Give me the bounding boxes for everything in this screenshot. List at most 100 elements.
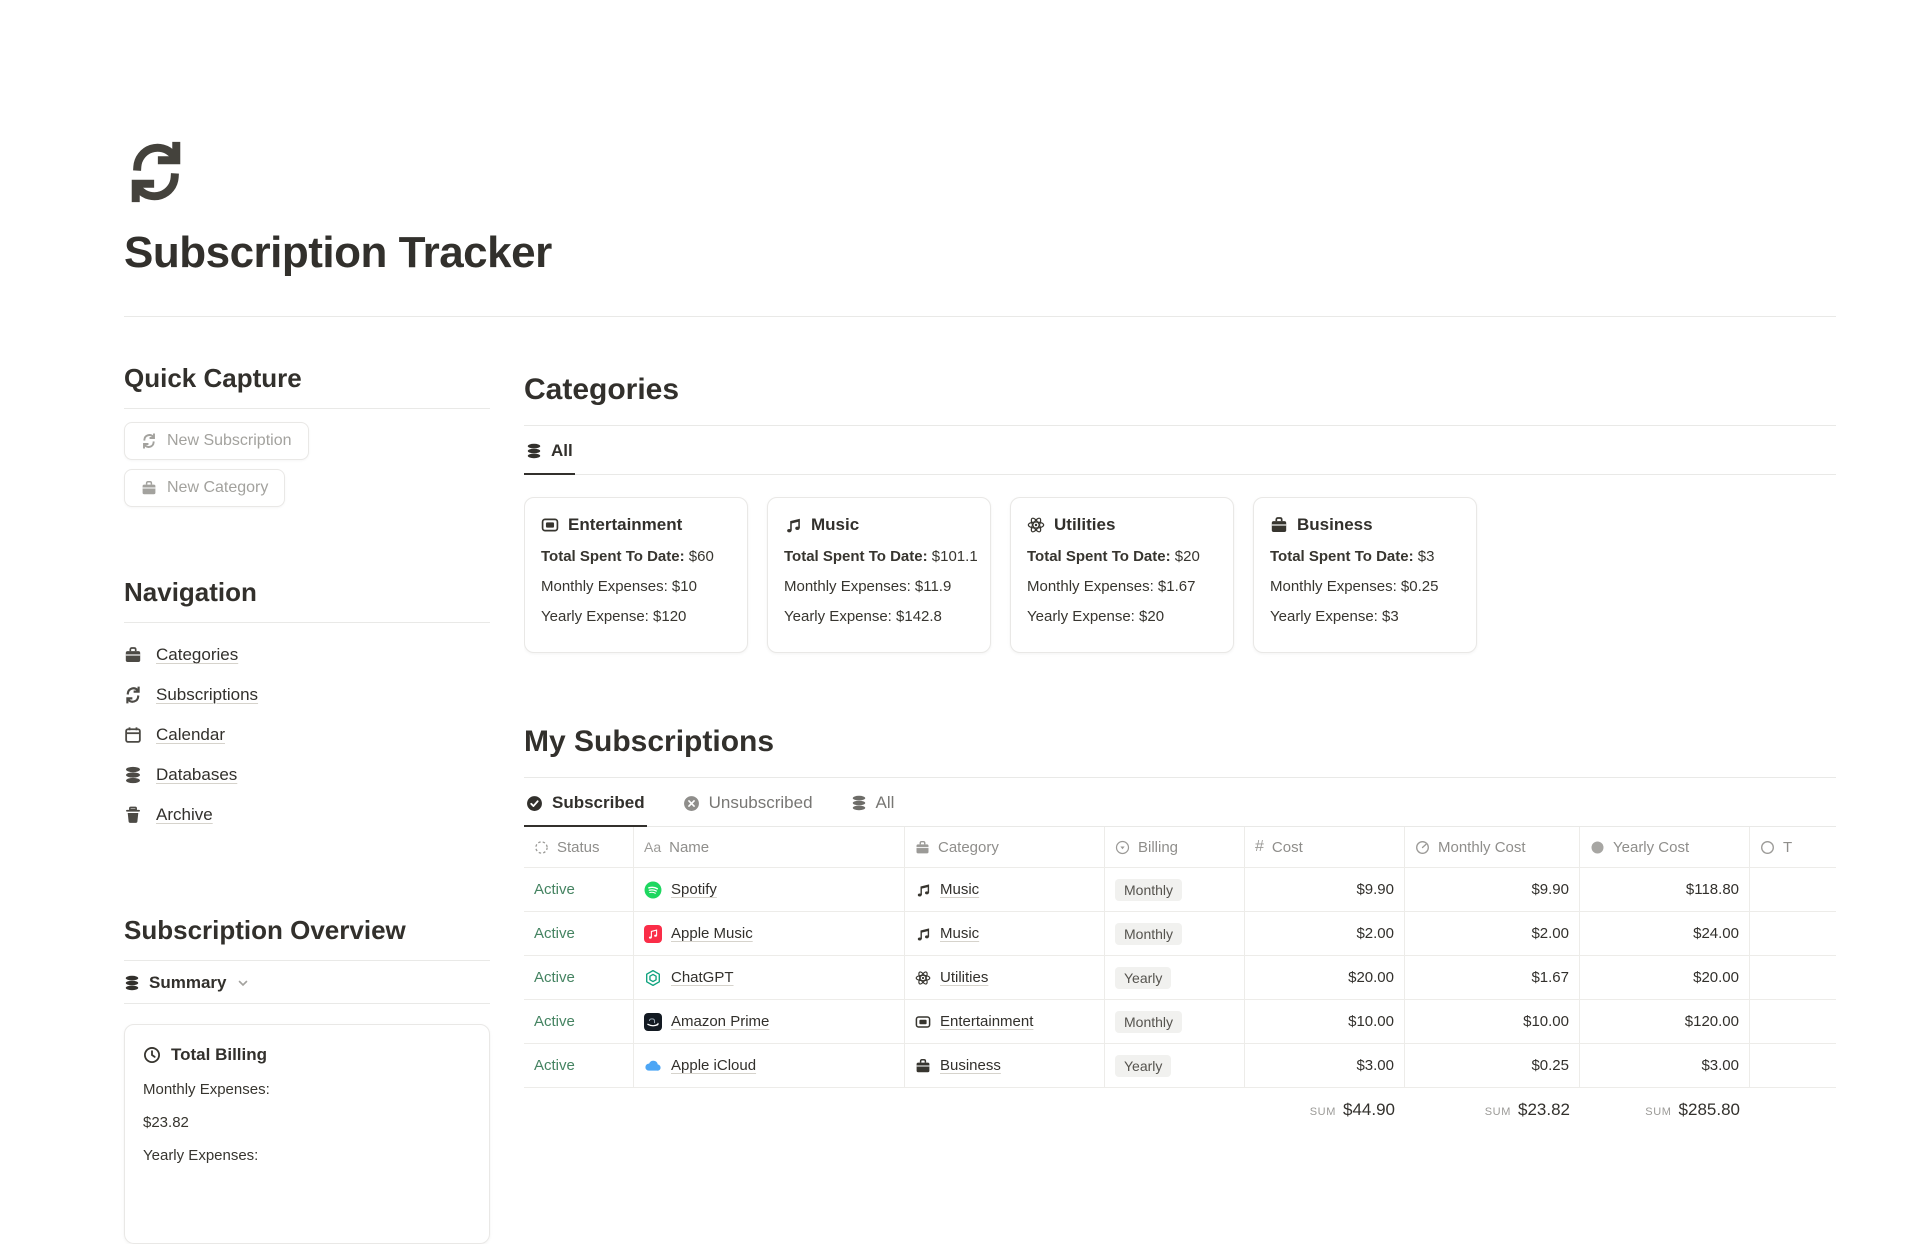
- total-billing-card[interactable]: Total Billing Monthly Expenses: $23.82 Y…: [124, 1024, 490, 1244]
- amazon-prime-icon: [644, 1013, 662, 1031]
- sidebar-item-label: Calendar: [156, 725, 225, 745]
- monthly-cost-value: $0.25: [1405, 1044, 1580, 1087]
- category-card-name: Music: [811, 515, 859, 535]
- subscription-link-apple-music[interactable]: Apple Music: [644, 925, 753, 943]
- sidebar-item-calendar[interactable]: Calendar: [124, 715, 490, 755]
- cost-value: $20.00: [1245, 956, 1405, 999]
- sidebar: Quick Capture New Subscription: [124, 317, 490, 1244]
- sum-label: SUM: [1310, 1106, 1336, 1118]
- tv-icon: [915, 1014, 931, 1030]
- column-label: T: [1783, 839, 1792, 856]
- column-header-category[interactable]: Category: [905, 827, 1105, 867]
- tab-label: Subscribed: [552, 793, 645, 813]
- tv-icon: [541, 516, 559, 534]
- category-card-music[interactable]: Music Total Spent To Date: $101.1 Monthl…: [767, 497, 991, 653]
- tab-all-subscriptions[interactable]: All: [849, 778, 897, 827]
- monthly-expenses-label: Monthly Expenses:: [143, 1081, 471, 1098]
- billing-tag[interactable]: Monthly: [1115, 923, 1182, 945]
- yearly-cost-value: $120.00: [1580, 1000, 1750, 1043]
- category-card-entertainment[interactable]: Entertainment Total Spent To Date: $60 M…: [524, 497, 748, 653]
- column-header-billing[interactable]: Billing: [1105, 827, 1245, 867]
- status-value[interactable]: Active: [534, 1013, 575, 1030]
- sidebar-item-databases[interactable]: Databases: [124, 755, 490, 795]
- sync-page-icon[interactable]: [124, 140, 188, 204]
- column-header-cost[interactable]: # Cost: [1245, 827, 1405, 867]
- divider: [124, 1003, 490, 1004]
- sidebar-item-archive[interactable]: Archive: [124, 795, 490, 835]
- truncated-cell: [1750, 868, 1836, 911]
- yearly-cost-sum[interactable]: SUM $285.80: [1580, 1100, 1750, 1120]
- category-link-entertainment[interactable]: Entertainment: [915, 1013, 1033, 1030]
- new-category-button[interactable]: New Category: [124, 469, 285, 507]
- categories-view-tabs: All: [524, 426, 1836, 475]
- quick-capture-heading: Quick Capture: [124, 363, 490, 394]
- column-header-monthly-cost[interactable]: Monthly Cost: [1405, 827, 1580, 867]
- category-card-utilities[interactable]: Utilities Total Spent To Date: $20 Month…: [1010, 497, 1234, 653]
- total-spent-value: $20: [1175, 548, 1200, 565]
- new-category-label: New Category: [167, 479, 268, 497]
- cost-sum[interactable]: SUM $44.90: [1245, 1100, 1405, 1120]
- sidebar-item-label: Subscriptions: [156, 685, 258, 705]
- tab-subscribed[interactable]: Subscribed: [524, 778, 647, 827]
- monthly-cost-value: $9.90: [1405, 868, 1580, 911]
- chevron-down-icon: [237, 977, 249, 989]
- sidebar-item-categories[interactable]: Categories: [124, 635, 490, 675]
- sync-icon: [141, 433, 157, 449]
- billing-tag[interactable]: Yearly: [1115, 967, 1171, 989]
- status-value[interactable]: Active: [534, 881, 575, 898]
- tab-label: All: [551, 441, 573, 461]
- category-link-utilities[interactable]: Utilities: [915, 969, 988, 986]
- monthly-cost-sum[interactable]: SUM $23.82: [1405, 1100, 1580, 1120]
- briefcase-icon: [124, 646, 142, 664]
- summary-view-tab[interactable]: Summary: [124, 961, 249, 1003]
- apple-music-icon: [644, 925, 662, 943]
- category-link-music[interactable]: Music: [915, 925, 979, 942]
- my-subscriptions-heading: My Subscriptions: [524, 725, 1836, 759]
- summary-view-label: Summary: [149, 973, 226, 993]
- column-header-yearly-cost[interactable]: Yearly Cost: [1580, 827, 1750, 867]
- subscription-link-spotify[interactable]: Spotify: [644, 881, 717, 899]
- sidebar-item-subscriptions[interactable]: Subscriptions: [124, 675, 490, 715]
- tab-unsubscribed[interactable]: Unsubscribed: [681, 778, 815, 827]
- atom-icon: [1027, 516, 1045, 534]
- column-header-name[interactable]: Aa Name: [634, 827, 905, 867]
- column-header-truncated[interactable]: T: [1750, 827, 1836, 867]
- music-note-icon: [784, 516, 802, 534]
- monthly-expenses-line: Monthly Expenses: $0.25: [1270, 578, 1460, 595]
- total-spent-label: Total Spent To Date:: [541, 548, 685, 565]
- billing-tag[interactable]: Yearly: [1115, 1055, 1171, 1077]
- cost-sum-value: $44.90: [1343, 1100, 1395, 1120]
- category-card-business[interactable]: Business Total Spent To Date: $3 Monthly…: [1253, 497, 1477, 653]
- subscription-name: Amazon Prime: [671, 1013, 769, 1030]
- subscription-link-apple-icloud[interactable]: Apple iCloud: [644, 1057, 756, 1075]
- status-value[interactable]: Active: [534, 969, 575, 986]
- category-link-music[interactable]: Music: [915, 881, 979, 898]
- column-header-status[interactable]: Status: [524, 827, 634, 867]
- clock-icon: [1415, 840, 1430, 855]
- category-link-business[interactable]: Business: [915, 1057, 1001, 1074]
- icloud-icon: [644, 1057, 662, 1075]
- new-subscription-button[interactable]: New Subscription: [124, 422, 309, 460]
- tab-label: Unsubscribed: [709, 793, 813, 813]
- billing-tag[interactable]: Monthly: [1115, 879, 1182, 901]
- navigation-heading: Navigation: [124, 577, 490, 608]
- chatgpt-icon: [644, 969, 662, 987]
- billing-tag[interactable]: Monthly: [1115, 1011, 1182, 1033]
- subscription-name: Apple Music: [671, 925, 753, 942]
- category-card-name: Entertainment: [568, 515, 682, 535]
- page-title: Subscription Tracker: [124, 228, 1836, 278]
- database-icon: [526, 443, 542, 459]
- tab-all-categories[interactable]: All: [524, 426, 575, 475]
- subscription-link-chatgpt[interactable]: ChatGPT: [644, 969, 734, 987]
- cost-value: $9.90: [1245, 868, 1405, 911]
- table-body: Active: [524, 867, 1836, 1088]
- category-name: Music: [940, 881, 979, 898]
- briefcase-icon: [1270, 516, 1288, 534]
- status-value[interactable]: Active: [534, 1057, 575, 1074]
- monthly-expenses-line: Monthly Expenses: $1.67: [1027, 578, 1217, 595]
- category-name: Music: [940, 925, 979, 942]
- subscription-name: Spotify: [671, 881, 717, 898]
- tab-label: All: [876, 793, 895, 813]
- subscription-link-amazon-prime[interactable]: Amazon Prime: [644, 1013, 769, 1031]
- status-value[interactable]: Active: [534, 925, 575, 942]
